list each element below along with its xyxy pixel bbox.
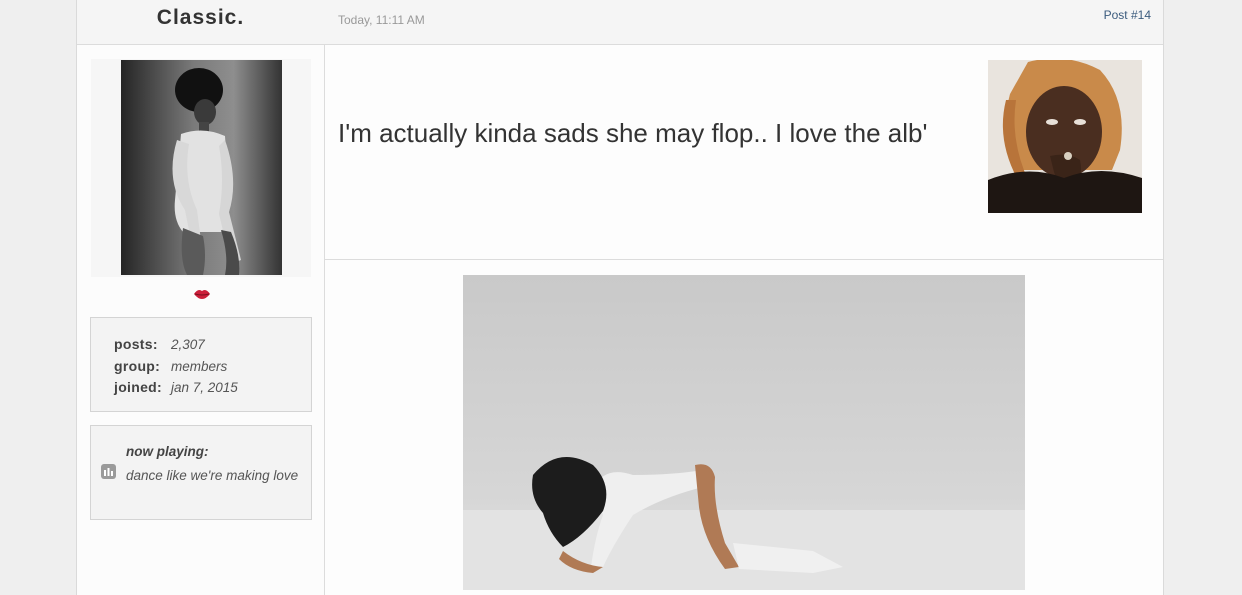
now-playing-track: dance like we're making love bbox=[126, 468, 299, 483]
forum-post: Classic. Today, 11:11 AM Post #14 posts:… bbox=[76, 0, 1164, 595]
post-header: Classic. Today, 11:11 AM Post #14 bbox=[77, 0, 1163, 45]
lips-icon bbox=[194, 290, 210, 299]
stat-label: joined: bbox=[114, 379, 162, 395]
post-number-link[interactable]: Post #14 bbox=[1104, 8, 1151, 22]
reaction-image-content bbox=[988, 60, 1142, 213]
message-text: I'm actually kinda sads she may flop.. I… bbox=[338, 118, 928, 148]
post-media bbox=[325, 260, 1163, 595]
user-stats-box: posts: 2,307 group: members joined: jan 7, … bbox=[90, 317, 312, 412]
stat-value[interactable]: members bbox=[171, 359, 227, 374]
embedded-gif-content bbox=[463, 275, 1025, 590]
now-playing-title: now playing: bbox=[126, 444, 209, 459]
avatar[interactable] bbox=[121, 60, 282, 275]
stat-joined: joined: jan 7, 2015 bbox=[114, 377, 311, 399]
stat-group: group: members bbox=[114, 356, 311, 378]
username[interactable]: Classic. bbox=[77, 6, 324, 30]
stat-label: posts: bbox=[114, 336, 158, 352]
stat-value: 2,307 bbox=[171, 337, 205, 352]
avatar-frame bbox=[91, 59, 311, 277]
stat-posts: posts: 2,307 bbox=[114, 334, 311, 356]
post-date: Today, 11:11 AM bbox=[338, 13, 425, 27]
stat-label: group: bbox=[114, 357, 161, 374]
reaction-image bbox=[988, 60, 1142, 213]
music-icon bbox=[101, 464, 116, 479]
avatar-image bbox=[121, 60, 282, 275]
now-playing-box: now playing: dance like we're making lov… bbox=[90, 425, 312, 520]
post-message: I'm actually kinda sads she may flop.. I… bbox=[325, 45, 1163, 260]
user-sidebar: posts: 2,307 group: members joined: jan 7, … bbox=[77, 45, 325, 595]
stat-value: jan 7, 2015 bbox=[171, 380, 238, 395]
embedded-gif[interactable] bbox=[463, 275, 1025, 590]
